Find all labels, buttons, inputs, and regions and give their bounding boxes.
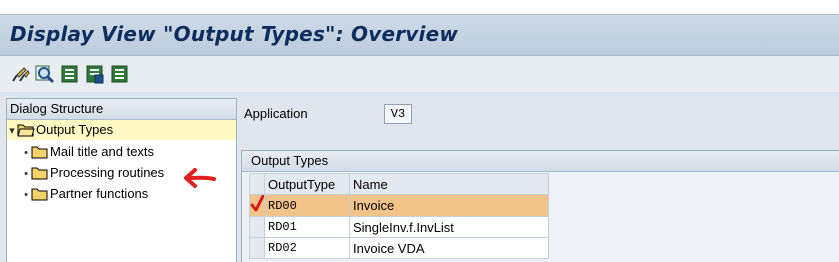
tree-node-label: Output Types	[36, 122, 114, 137]
outputtype-cell: RD01	[264, 216, 350, 238]
page-title: Display View "Output Types": Overview	[10, 22, 459, 46]
table-row[interactable]: RD01 SingleInv.f.InvList	[249, 216, 549, 238]
table-header-row: OutputType Name	[249, 173, 549, 195]
expand-triangle-icon[interactable]: ▾	[7, 121, 17, 141]
tree-node-label: Processing routines	[50, 165, 165, 180]
tree-node-processing-routines[interactable]: • Processing routines	[21, 163, 164, 183]
column-header-outputtype[interactable]: OutputType	[264, 173, 350, 195]
row-selector[interactable]	[249, 216, 265, 238]
application-toolbar	[0, 56, 839, 92]
list-save-icon	[86, 65, 104, 84]
row-selector[interactable]	[249, 237, 265, 259]
list-icon	[61, 65, 78, 83]
table-row[interactable]: RD02 Invoice VDA	[249, 237, 549, 259]
list-button[interactable]	[60, 64, 80, 84]
tree-bullet-icon: •	[24, 189, 28, 201]
change-display-button[interactable]	[10, 64, 30, 84]
tree-bullet-icon: •	[24, 147, 28, 159]
tree-node-output-types[interactable]: ▾ Output Types	[7, 120, 236, 140]
list-print-button[interactable]	[110, 64, 130, 84]
folder-icon	[31, 167, 48, 180]
name-cell: Invoice	[349, 194, 549, 217]
list-save-button[interactable]	[85, 64, 105, 84]
application-label: Application	[244, 106, 308, 121]
tree-node-partner-functions[interactable]: • Partner functions	[21, 184, 148, 204]
folder-icon	[31, 146, 48, 159]
red-arrow-annotation-icon	[184, 168, 216, 188]
select-all-cell[interactable]	[249, 173, 265, 195]
tree-node-mail-title-and-texts[interactable]: • Mail title and texts	[21, 142, 154, 162]
table-row[interactable]: RD00 Invoice	[249, 194, 549, 217]
folder-icon	[31, 188, 48, 201]
name-cell: SingleInv.f.InvList	[349, 216, 549, 238]
outputtype-cell: RD00	[264, 194, 350, 217]
name-cell: Invoice VDA	[349, 237, 549, 259]
tree-node-label: Partner functions	[50, 186, 149, 201]
tree-bullet-icon: •	[24, 168, 28, 180]
row-selector[interactable]	[249, 194, 265, 217]
list-print-icon	[111, 65, 128, 83]
find-icon	[35, 65, 55, 84]
outputtype-cell: RD02	[264, 237, 350, 259]
red-checkmark-icon	[250, 194, 265, 212]
window-top-strip	[0, 0, 839, 14]
output-types-panel: Output Types OutputType Name RD00 Invoic…	[241, 150, 839, 262]
application-field[interactable]: V3	[384, 104, 412, 124]
open-folder-icon	[17, 124, 35, 137]
tree-node-label: Mail title and texts	[50, 144, 155, 159]
title-bar: Display View "Output Types": Overview	[0, 14, 839, 56]
find-button[interactable]	[35, 64, 55, 84]
output-types-table: OutputType Name RD00 Invoice RD01 Single…	[249, 173, 549, 259]
output-types-header: Output Types	[242, 151, 839, 172]
change-display-icon	[12, 67, 30, 82]
dialog-structure-header: Dialog Structure	[7, 99, 236, 120]
column-header-name[interactable]: Name	[349, 173, 549, 195]
